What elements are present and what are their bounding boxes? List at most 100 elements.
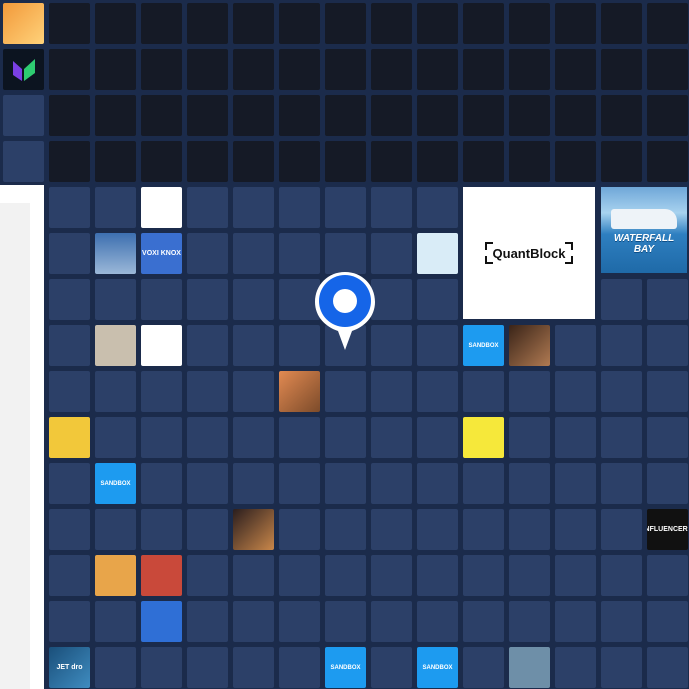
land-parcel[interactable]: [95, 3, 136, 44]
land-parcel[interactable]: [555, 555, 596, 596]
land-parcel[interactable]: [417, 509, 458, 550]
land-parcel[interactable]: [233, 371, 274, 412]
land-parcel[interactable]: [555, 141, 596, 182]
portrait-tile[interactable]: [509, 325, 550, 366]
land-parcel[interactable]: [601, 325, 642, 366]
land-parcel[interactable]: [141, 509, 182, 550]
land-parcel[interactable]: [555, 3, 596, 44]
land-parcel[interactable]: [279, 555, 320, 596]
land-parcel[interactable]: [555, 463, 596, 504]
land-parcel[interactable]: [279, 3, 320, 44]
logo-tile-green[interactable]: [3, 49, 44, 90]
land-parcel[interactable]: [509, 463, 550, 504]
land-parcel[interactable]: [463, 3, 504, 44]
robot-tile[interactable]: [417, 233, 458, 274]
land-parcel[interactable]: [417, 417, 458, 458]
land-parcel[interactable]: [325, 463, 366, 504]
land-parcel[interactable]: [555, 371, 596, 412]
influencers-tile[interactable]: INFLUENCERS: [647, 509, 688, 550]
land-parcel[interactable]: [3, 95, 44, 136]
land-parcel[interactable]: [141, 417, 182, 458]
land-parcel[interactable]: [371, 509, 412, 550]
land-parcel[interactable]: [49, 279, 90, 320]
waterfall-bay-estate[interactable]: WATERFALL BAY: [601, 187, 687, 273]
land-parcel[interactable]: [49, 95, 90, 136]
quantblock-estate[interactable]: QuantBlock: [463, 187, 595, 319]
land-parcel[interactable]: [371, 49, 412, 90]
land-parcel[interactable]: [187, 187, 228, 228]
land-parcel[interactable]: [647, 463, 688, 504]
land-parcel[interactable]: [187, 555, 228, 596]
land-parcel[interactable]: [233, 417, 274, 458]
land-parcel[interactable]: [371, 95, 412, 136]
land-parcel[interactable]: [371, 3, 412, 44]
land-parcel[interactable]: [141, 279, 182, 320]
land-parcel[interactable]: [371, 233, 412, 274]
land-parcel[interactable]: [463, 95, 504, 136]
land-parcel[interactable]: [647, 417, 688, 458]
land-parcel[interactable]: [279, 141, 320, 182]
land-parcel[interactable]: [187, 463, 228, 504]
land-parcel[interactable]: [3, 141, 44, 182]
land-parcel[interactable]: [463, 371, 504, 412]
land-parcel[interactable]: [417, 463, 458, 504]
land-parcel[interactable]: [647, 555, 688, 596]
land-parcel[interactable]: [647, 371, 688, 412]
land-parcel[interactable]: [279, 233, 320, 274]
land-parcel[interactable]: [141, 95, 182, 136]
land-parcel[interactable]: [325, 95, 366, 136]
land-parcel[interactable]: [371, 417, 412, 458]
land-parcel[interactable]: [233, 325, 274, 366]
land-parcel[interactable]: [279, 187, 320, 228]
lion-tile[interactable]: [141, 555, 182, 596]
crest-tile[interactable]: [141, 187, 182, 228]
land-parcel[interactable]: [417, 3, 458, 44]
land-parcel[interactable]: [233, 233, 274, 274]
land-parcel[interactable]: [49, 371, 90, 412]
avatar-tile-orange[interactable]: [3, 3, 44, 44]
land-parcel[interactable]: [141, 463, 182, 504]
characters-tile[interactable]: [279, 371, 320, 412]
land-parcel[interactable]: [601, 601, 642, 642]
land-parcel[interactable]: [141, 49, 182, 90]
land-parcel[interactable]: [463, 49, 504, 90]
land-parcel[interactable]: [187, 233, 228, 274]
land-parcel[interactable]: [371, 371, 412, 412]
land-parcel[interactable]: [187, 141, 228, 182]
land-parcel[interactable]: [95, 187, 136, 228]
land-parcel[interactable]: [187, 95, 228, 136]
land-parcel[interactable]: [95, 279, 136, 320]
land-parcel[interactable]: [49, 49, 90, 90]
land-parcel[interactable]: [325, 49, 366, 90]
land-parcel[interactable]: [233, 49, 274, 90]
land-parcel[interactable]: [49, 555, 90, 596]
land-parcel[interactable]: [325, 417, 366, 458]
land-parcel[interactable]: [233, 95, 274, 136]
land-parcel[interactable]: [187, 417, 228, 458]
voxi-knox-tile[interactable]: VOXI KNOX: [141, 233, 182, 274]
land-parcel[interactable]: [509, 555, 550, 596]
land-parcel[interactable]: [141, 371, 182, 412]
land-parcel[interactable]: [601, 647, 642, 688]
land-parcel[interactable]: [325, 509, 366, 550]
land-parcel[interactable]: [647, 279, 688, 320]
land-parcel[interactable]: [371, 141, 412, 182]
land-parcel[interactable]: [233, 647, 274, 688]
land-parcel[interactable]: [233, 601, 274, 642]
land-parcel[interactable]: [417, 325, 458, 366]
land-parcel[interactable]: [49, 141, 90, 182]
land-parcel[interactable]: [555, 49, 596, 90]
land-parcel[interactable]: [417, 141, 458, 182]
land-parcel[interactable]: [555, 325, 596, 366]
ape-smoking-tile[interactable]: [95, 555, 136, 596]
blue-monster-tile[interactable]: [141, 601, 182, 642]
land-parcel[interactable]: [325, 3, 366, 44]
land-parcel[interactable]: [463, 463, 504, 504]
land-parcel[interactable]: [555, 95, 596, 136]
land-parcel[interactable]: [509, 141, 550, 182]
land-parcel[interactable]: [601, 141, 642, 182]
land-parcel[interactable]: [509, 601, 550, 642]
land-parcel[interactable]: [417, 601, 458, 642]
monk-tile[interactable]: [233, 509, 274, 550]
jet-tile[interactable]: JET dro: [49, 647, 90, 688]
